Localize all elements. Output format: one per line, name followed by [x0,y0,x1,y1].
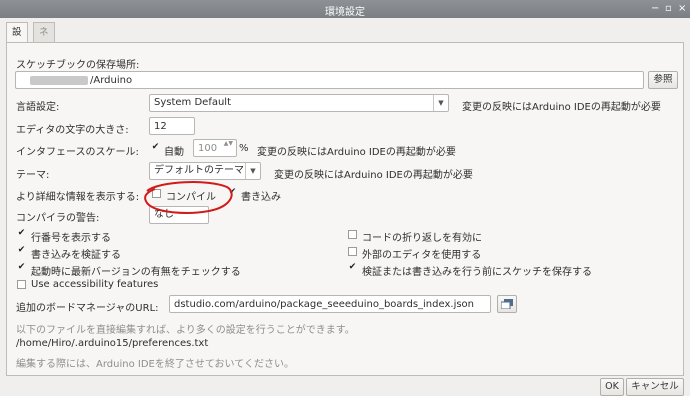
prefs-path: /home/Hiro/.arduino15/preferences.txt [16,338,209,349]
tab-settings[interactable]: 設定 [6,22,28,57]
theme-label: テーマ: [16,170,50,181]
option-check-updates-checkbox[interactable]: ✔ [17,263,26,272]
option-line-numbers-checkbox[interactable]: ✔ [17,229,26,238]
scale-unit: % [239,143,249,154]
scale-auto-checkbox[interactable]: ✔ [151,143,160,152]
option-save-before-verify-label: 検証または書き込みを行う前にスケッチを保存する [362,267,592,278]
minimize-icon[interactable]: − [651,3,659,14]
ok-button[interactable]: OK [600,378,624,396]
option-external-editor-label: 外部のエディタを使用する [362,250,482,261]
maximize-icon[interactable]: ▫ [665,3,672,14]
option-accessibility-label: Use accessibility features [31,279,159,290]
scale-label: インタフェースのスケール: [16,147,139,158]
language-label: 言語設定: [16,102,60,113]
warnings-label: コンパイラの警告: [16,213,100,224]
verbose-label: より詳細な情報を表示する: [16,192,140,203]
settings-panel: スケッチブックの保存場所: /Arduino 参照 言語設定: System D… [6,42,684,376]
option-code-folding-label: コードの折り返しを有効に [362,233,482,244]
option-line-numbers-label: 行番号を表示する [31,233,111,244]
language-select[interactable]: System Default ▼ [149,94,449,112]
option-external-editor-checkbox[interactable] [348,247,357,256]
window-title: 環境設定 [325,7,365,18]
boards-url-input[interactable]: dstudio.com/arduino/package_seeeduino_bo… [169,295,491,313]
theme-restart-note: 変更の反映にはArduino IDEの再起動が必要 [274,170,473,181]
sketchbook-label: スケッチブックの保存場所: [16,60,140,71]
scale-auto-label: 自動 [164,147,184,158]
prefs-hint: 以下のファイルを直接編集すれば、より多くの設定を行うことができます。 [16,325,355,336]
scale-input[interactable]: 100 ▲▼ [193,139,237,157]
title-bar: 環境設定 − ▫ × [0,0,690,18]
sketchbook-path-suffix: /Arduino [90,75,133,86]
option-verify-upload-checkbox[interactable]: ✔ [17,246,26,255]
verbose-upload-label: 書き込み [241,192,281,203]
option-verify-upload-label: 書き込みを検証する [31,250,121,261]
redacted-path [30,76,88,85]
font-size-label: エディタの文字の大きさ: [16,125,129,136]
scale-restart-note: 変更の反映にはArduino IDEの再起動が必要 [257,147,456,158]
font-size-input[interactable]: 12 [149,117,195,135]
spin-arrows-icon[interactable]: ▲▼ [224,139,233,148]
sketchbook-path-field[interactable]: /Arduino [15,71,644,89]
option-save-before-verify-checkbox[interactable]: ✔ [348,263,357,272]
language-restart-note: 変更の反映にはArduino IDEの再起動が必要 [462,102,661,113]
tab-network[interactable]: ネットワーク [33,22,55,133]
scale-value: 100 [198,143,218,154]
chevron-down-icon: ▼ [433,95,448,111]
language-value: System Default [154,97,232,108]
cancel-button[interactable]: キャンセル [626,378,684,396]
window-stack-icon [500,299,513,310]
boards-url-label: 追加のボードマネージャのURL: [16,303,159,314]
window-list-icon[interactable] [497,295,517,313]
option-code-folding-checkbox[interactable] [348,230,357,239]
option-check-updates-label: 起動時に最新バージョンの有無をチェックする [31,267,241,278]
browse-button[interactable]: 参照 [648,71,678,89]
theme-value: デフォルトのテーマ [154,165,244,176]
close-icon[interactable]: × [678,3,686,14]
option-accessibility-checkbox[interactable] [17,280,26,289]
prefs-close-hint: 編集する際には、Arduino IDEを終了させておいてください。 [16,359,294,370]
chevron-down-icon: ▼ [245,163,260,179]
annotation-circle [144,181,233,214]
